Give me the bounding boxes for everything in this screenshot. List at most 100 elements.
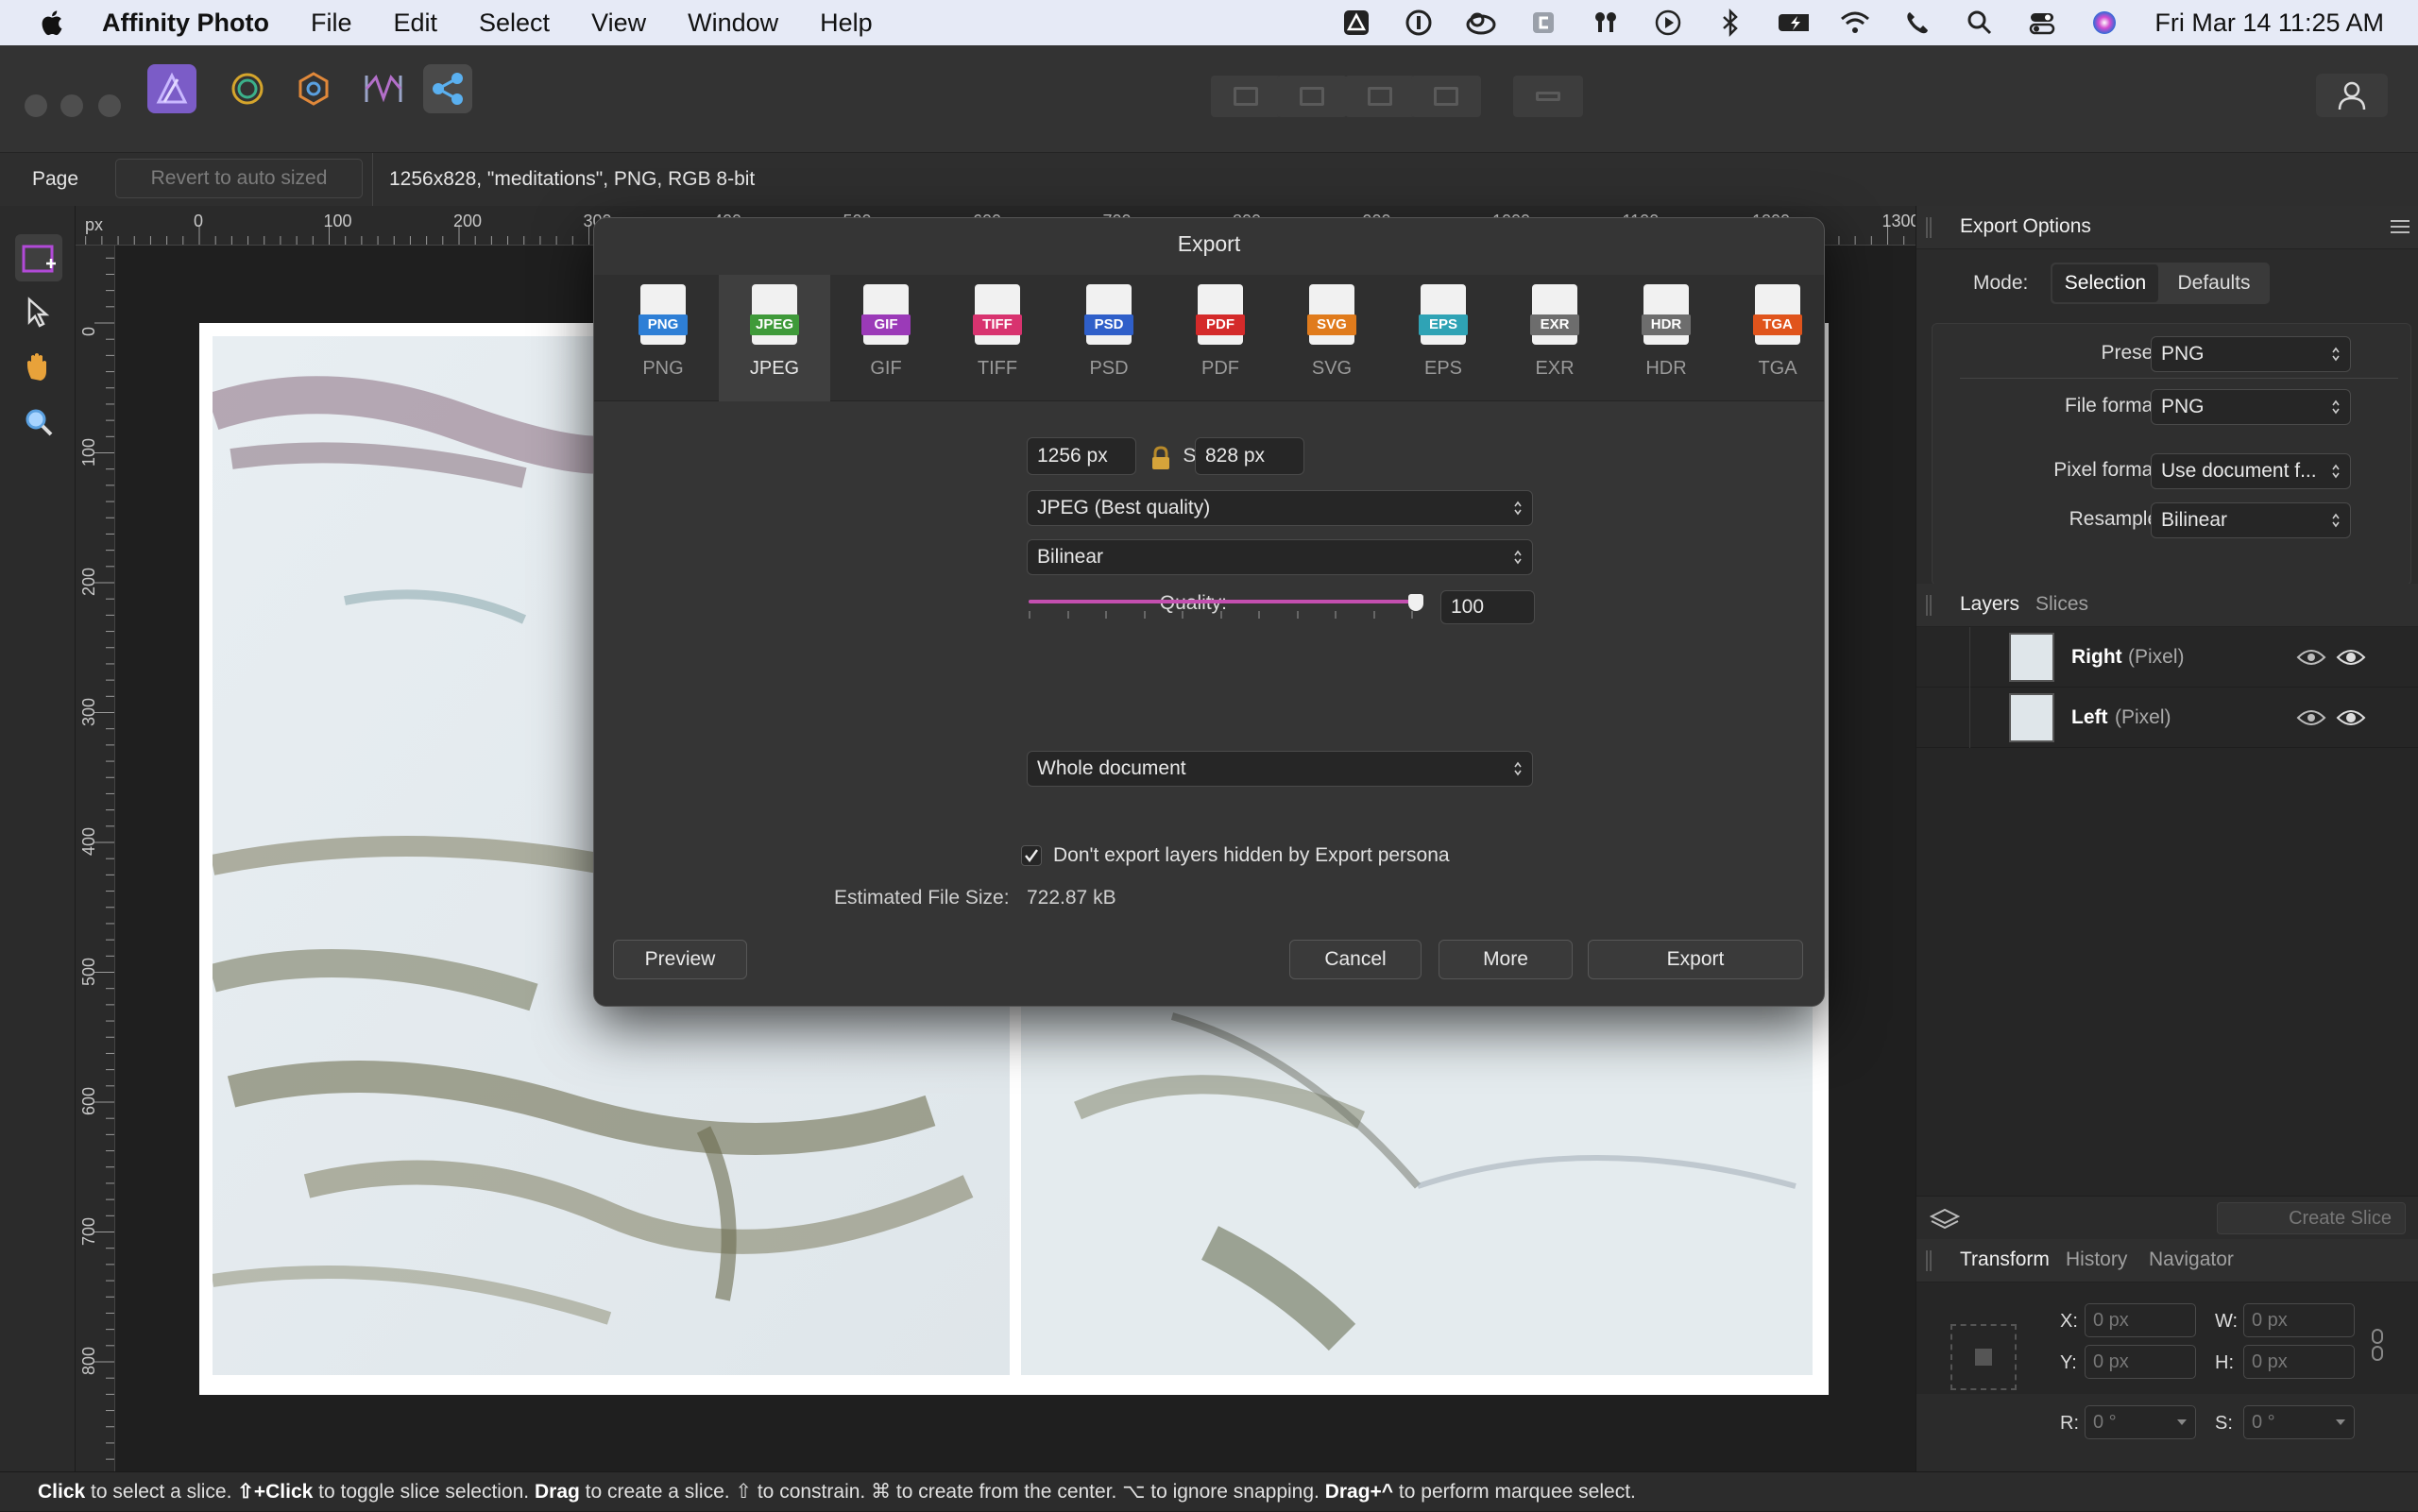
visibility-eye-icon[interactable] [2336, 708, 2366, 727]
anchor-point-grid[interactable] [1950, 1324, 2017, 1390]
format-jpeg-button[interactable]: JPEG JPEG [719, 275, 830, 401]
arrange-back-button[interactable] [1211, 76, 1281, 117]
zoom-tool-icon[interactable] [15, 399, 62, 446]
slice-selection-tool-icon[interactable] [15, 289, 62, 336]
create-slice-button[interactable]: Create Slice [2217, 1202, 2406, 1234]
tab-layers[interactable]: Layers [1960, 593, 2019, 616]
menu-window[interactable]: Window [688, 8, 778, 38]
cancel-button[interactable]: Cancel [1289, 940, 1422, 979]
eo-resample-select[interactable]: Bilinear [2151, 502, 2351, 538]
format-eps-button[interactable]: EPS EPS [1388, 275, 1499, 401]
password-manager-icon[interactable] [1403, 7, 1435, 39]
tab-export-options[interactable]: Export Options [1960, 215, 2091, 238]
eo-pixel-format-select[interactable]: Use document f... [2151, 453, 2351, 489]
height-input[interactable]: 828 px [1195, 437, 1304, 475]
hidden-layers-checkbox[interactable] [1021, 845, 1042, 866]
export-persona-icon[interactable] [423, 64, 472, 113]
tab-slices[interactable]: Slices [2035, 593, 2088, 616]
menu-app-name[interactable]: Affinity Photo [102, 8, 269, 38]
panel-grip-icon[interactable] [1926, 217, 1932, 238]
develop-persona-icon[interactable] [289, 64, 338, 113]
tab-history[interactable]: History [2066, 1249, 2127, 1271]
preset-select[interactable]: JPEG (Best quality) [1027, 490, 1533, 526]
arrange-backward-button[interactable] [1277, 76, 1347, 117]
export-visibility-icon[interactable] [2296, 648, 2326, 667]
eo-file-format-select[interactable]: PNG [2151, 389, 2351, 425]
arrange-front-button[interactable] [1411, 76, 1481, 117]
panel-menu-icon[interactable] [2389, 217, 2411, 236]
format-svg-button[interactable]: SVG SVG [1276, 275, 1388, 401]
play-icon[interactable] [1652, 7, 1684, 39]
tone-mapping-persona-icon[interactable] [359, 64, 408, 113]
export-visibility-icon[interactable] [2296, 708, 2326, 727]
airpods-icon[interactable] [1590, 7, 1622, 39]
width-input[interactable]: 1256 px [1027, 437, 1136, 475]
wifi-icon[interactable] [1839, 7, 1871, 39]
search-icon[interactable] [1964, 7, 1996, 39]
cleanshot-icon[interactable] [1527, 7, 1559, 39]
bluetooth-icon[interactable] [1714, 7, 1746, 39]
anchor-point-center[interactable] [1975, 1349, 1992, 1366]
drive-icon[interactable] [1340, 7, 1372, 39]
eo-preset-select[interactable]: PNG [2151, 336, 2351, 372]
menu-view[interactable]: View [591, 8, 646, 38]
visibility-eye-icon[interactable] [2336, 648, 2366, 667]
revert-to-auto-sized-button[interactable]: Revert to auto sized [115, 159, 363, 198]
mode-defaults-button[interactable]: Defaults [2160, 264, 2268, 302]
transform-x-input[interactable]: 0 px [2085, 1303, 2196, 1337]
more-button[interactable]: More [1439, 940, 1573, 979]
quality-input[interactable]: 100 [1440, 590, 1535, 624]
creative-cloud-icon[interactable] [1465, 7, 1497, 39]
format-psd-button[interactable]: PSD PSD [1053, 275, 1165, 401]
siri-icon[interactable] [2088, 7, 2120, 39]
preview-button[interactable]: Preview [613, 940, 747, 979]
format-tiff-button[interactable]: TIFF TIFF [942, 275, 1053, 401]
battery-icon[interactable] [1777, 7, 1810, 39]
menu-file[interactable]: File [311, 8, 352, 38]
link-icon[interactable] [2370, 1328, 2385, 1362]
panel-grip-icon[interactable] [1926, 1250, 1932, 1271]
format-png-button[interactable]: PNG PNG [607, 275, 719, 401]
menu-select[interactable]: Select [479, 8, 550, 38]
area-select[interactable]: Whole document [1027, 751, 1533, 787]
menu-help[interactable]: Help [820, 8, 873, 38]
resample-select[interactable]: Bilinear [1027, 539, 1533, 575]
liquify-persona-icon[interactable] [223, 64, 272, 113]
format-gif-button[interactable]: GIF GIF [830, 275, 942, 401]
arrange-forward-button[interactable] [1345, 76, 1415, 117]
tab-navigator[interactable]: Navigator [2149, 1249, 2234, 1271]
apple-icon[interactable] [38, 8, 64, 37]
hand-tool-icon[interactable] [15, 344, 62, 391]
layer-row[interactable]: Left (Pixel) [1916, 688, 2418, 748]
control-center-icon[interactable] [2026, 7, 2058, 39]
transform-h-input[interactable]: 0 px [2243, 1345, 2355, 1379]
layer-row[interactable]: Right (Pixel) [1916, 627, 2418, 688]
photo-persona-icon[interactable] [147, 64, 196, 113]
format-exr-button[interactable]: EXR EXR [1499, 275, 1610, 401]
quality-slider[interactable] [1029, 592, 1425, 630]
menu-clock[interactable]: Fri Mar 14 11:25 AM [2154, 8, 2384, 38]
transform-r-input[interactable]: 0 ° [2085, 1405, 2196, 1439]
account-button[interactable] [2316, 74, 2388, 117]
window-close-button[interactable] [25, 94, 47, 117]
window-zoom-button[interactable] [98, 94, 121, 117]
menu-edit[interactable]: Edit [393, 8, 437, 38]
panel-grip-icon[interactable] [1926, 595, 1932, 616]
format-tga-button[interactable]: TGA TGA [1722, 275, 1824, 401]
transform-y-input[interactable]: 0 px [2085, 1345, 2196, 1379]
transform-w-input[interactable]: 0 px [2243, 1303, 2355, 1337]
format-hdr-button[interactable]: HDR HDR [1610, 275, 1722, 401]
format-pdf-button[interactable]: PDF PDF [1165, 275, 1276, 401]
tab-transform[interactable]: Transform [1960, 1249, 2050, 1271]
quality-slider-thumb[interactable] [1408, 594, 1423, 611]
transform-s-input[interactable]: 0 ° [2243, 1405, 2355, 1439]
mode-selection-button[interactable]: Selection [2052, 264, 2158, 302]
export-button[interactable]: Export [1588, 940, 1803, 979]
layers-stack-icon[interactable] [1930, 1206, 1960, 1232]
align-button[interactable] [1513, 76, 1583, 117]
slice-tool-icon[interactable] [15, 234, 62, 281]
lock-aspect-icon[interactable] [1148, 445, 1174, 471]
window-minimize-button[interactable] [60, 94, 83, 117]
hidden-layers-checkbox-row[interactable]: Don't export layers hidden by Export per… [1021, 841, 1550, 870]
phone-icon[interactable] [1901, 7, 1933, 39]
